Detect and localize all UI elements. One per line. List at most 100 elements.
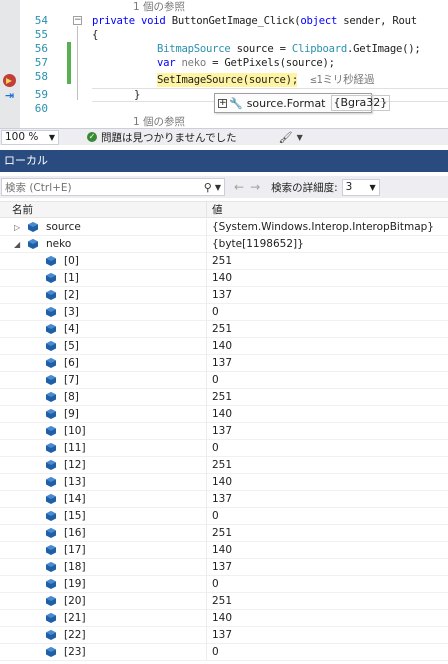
search-forward-icon[interactable]: → bbox=[250, 180, 260, 194]
variable-value[interactable]: 140 bbox=[212, 610, 232, 627]
table-row[interactable]: [8] 251 bbox=[0, 389, 448, 406]
search-icon[interactable]: ⚲ bbox=[204, 181, 212, 194]
codelens-references[interactable]: 1 個の参照 bbox=[133, 1, 185, 13]
column-header-name[interactable]: 名前 bbox=[12, 202, 33, 218]
variable-value[interactable]: 137 bbox=[212, 287, 232, 304]
table-row[interactable]: [5] 140 bbox=[0, 338, 448, 355]
variable-name: neko bbox=[175, 57, 207, 69]
table-row[interactable]: [12] 251 bbox=[0, 457, 448, 474]
table-row[interactable]: [21] 140 bbox=[0, 610, 448, 627]
table-row[interactable]: [20] 251 bbox=[0, 593, 448, 610]
variable-value[interactable]: 0 bbox=[212, 440, 219, 457]
field-cube-icon bbox=[46, 528, 56, 538]
table-row[interactable]: [19] 0 bbox=[0, 576, 448, 593]
variable-value[interactable]: {byte[1198652]} bbox=[212, 236, 304, 253]
column-header-value[interactable]: 値 bbox=[212, 202, 223, 218]
variable-value[interactable]: 140 bbox=[212, 270, 232, 287]
code-line-59[interactable]: } bbox=[134, 88, 140, 102]
table-row[interactable]: [13] 140 bbox=[0, 474, 448, 491]
variable-value[interactable]: 0 bbox=[212, 508, 219, 525]
table-row[interactable]: [7] 0 bbox=[0, 372, 448, 389]
variable-value[interactable]: 137 bbox=[212, 627, 232, 644]
variable-value[interactable]: 251 bbox=[212, 253, 232, 270]
line-number: 58 bbox=[34, 70, 48, 83]
expand-icon[interactable]: + bbox=[218, 98, 227, 108]
variable-value[interactable]: 140 bbox=[212, 406, 232, 423]
code-line-56[interactable]: BitmapSource source = Clipboard.GetImage… bbox=[157, 42, 421, 56]
search-placeholder: 検索 (Ctrl+E) bbox=[5, 181, 72, 194]
breakpoint-current-statement-icon[interactable] bbox=[3, 74, 16, 87]
codelens-references[interactable]: 1 個の参照 bbox=[133, 116, 185, 128]
field-cube-icon bbox=[46, 341, 56, 351]
table-row[interactable]: [15] 0 bbox=[0, 508, 448, 525]
code-line-58[interactable]: SetImageSource(source); ≤1ミリ秒経過 bbox=[157, 73, 374, 87]
variable-value[interactable]: 251 bbox=[212, 321, 232, 338]
variable-value[interactable]: {System.Windows.Interop.InteropBitmap} bbox=[212, 219, 434, 236]
locals-window-title[interactable]: ローカル bbox=[0, 150, 448, 172]
variable-value[interactable]: 251 bbox=[212, 593, 232, 610]
column-divider bbox=[206, 559, 207, 576]
field-cube-icon bbox=[46, 358, 56, 368]
table-row[interactable]: [10] 137 bbox=[0, 423, 448, 440]
variable-value[interactable]: 0 bbox=[212, 644, 219, 661]
chevron-down-icon[interactable]: ▼ bbox=[215, 183, 221, 192]
field-cube-icon bbox=[46, 460, 56, 470]
table-row[interactable]: [11] 0 bbox=[0, 440, 448, 457]
variable-value[interactable]: 137 bbox=[212, 423, 232, 440]
variable-value[interactable]: 251 bbox=[212, 525, 232, 542]
editor-status-bar: 100 % ▼ ✓ 問題は見つかりませんでした 🖌 ▼ bbox=[0, 128, 448, 145]
datatip[interactable]: + 🔧 source.Format {Bgra32} bbox=[214, 93, 391, 113]
search-input[interactable]: 検索 (Ctrl+E) ⚲ ▼ bbox=[1, 178, 225, 196]
variable-value[interactable]: 251 bbox=[212, 389, 232, 406]
search-depth-select[interactable]: 3 ▼ bbox=[341, 178, 380, 196]
variable-value[interactable]: 137 bbox=[212, 491, 232, 508]
variable-value[interactable]: 140 bbox=[212, 474, 232, 491]
variable-value[interactable]: 137 bbox=[212, 355, 232, 372]
table-row[interactable]: [2] 137 bbox=[0, 287, 448, 304]
column-splitter[interactable] bbox=[206, 202, 207, 218]
table-row[interactable]: [6] 137 bbox=[0, 355, 448, 372]
table-row[interactable]: [1] 140 bbox=[0, 270, 448, 287]
collapse-icon[interactable]: − bbox=[73, 16, 82, 25]
table-row[interactable]: ▷ source {System.Windows.Interop.InteropBi… bbox=[0, 219, 448, 236]
issues-status[interactable]: 問題は見つかりませんでした bbox=[101, 130, 237, 145]
table-row[interactable]: [3] 0 bbox=[0, 304, 448, 321]
table-row[interactable]: [0] 251 bbox=[0, 253, 448, 270]
table-row[interactable]: ◢ neko {byte[1198652]} bbox=[0, 236, 448, 253]
variable-value[interactable]: 251 bbox=[212, 457, 232, 474]
zoom-select[interactable]: 100 % ▼ bbox=[1, 129, 59, 145]
chevron-down-icon[interactable]: ▼ bbox=[297, 133, 303, 142]
step-pointer-icon[interactable]: ⇥ bbox=[3, 90, 16, 102]
variable-name: [3] bbox=[64, 306, 79, 318]
variable-value[interactable]: 140 bbox=[212, 338, 232, 355]
breakpoint-margin[interactable] bbox=[0, 0, 20, 128]
field-cube-icon bbox=[46, 443, 56, 453]
datatip-value[interactable]: {Bgra32} bbox=[330, 95, 391, 111]
outline-guide bbox=[77, 26, 78, 100]
column-divider bbox=[206, 542, 207, 559]
code-editor[interactable]: ⇥ 54 55 56 57 58 59 60 − 1 個の参照 private … bbox=[0, 0, 448, 128]
code-cleanup-icon[interactable]: 🖌 bbox=[279, 131, 293, 144]
variable-value[interactable]: 137 bbox=[212, 559, 232, 576]
collapse-arrow-icon[interactable]: ◢ bbox=[14, 236, 20, 253]
wrench-icon: 🔧 bbox=[229, 96, 243, 110]
expand-arrow-icon[interactable]: ▷ bbox=[14, 219, 20, 236]
table-row[interactable]: [17] 140 bbox=[0, 542, 448, 559]
variable-name: [15] bbox=[64, 510, 86, 522]
table-row[interactable]: [23] 0 bbox=[0, 644, 448, 661]
table-row[interactable]: [18] 137 bbox=[0, 559, 448, 576]
table-row[interactable]: [4] 251 bbox=[0, 321, 448, 338]
code-line-55[interactable]: { bbox=[92, 28, 98, 42]
table-row[interactable]: [14] 137 bbox=[0, 491, 448, 508]
variable-value[interactable]: 140 bbox=[212, 542, 232, 559]
table-row[interactable]: [16] 251 bbox=[0, 525, 448, 542]
table-row[interactable]: [22] 137 bbox=[0, 627, 448, 644]
variable-value[interactable]: 0 bbox=[212, 576, 219, 593]
variable-value[interactable]: 0 bbox=[212, 304, 219, 321]
search-back-icon[interactable]: ← bbox=[234, 180, 244, 194]
table-row[interactable]: [9] 140 bbox=[0, 406, 448, 423]
code-line-54[interactable]: private void ButtonGetImage_Click(object… bbox=[92, 14, 417, 28]
code-line-57[interactable]: var neko = GetPixels(source); bbox=[157, 56, 335, 70]
variable-name: [20] bbox=[64, 595, 86, 607]
variable-value[interactable]: 0 bbox=[212, 372, 219, 389]
